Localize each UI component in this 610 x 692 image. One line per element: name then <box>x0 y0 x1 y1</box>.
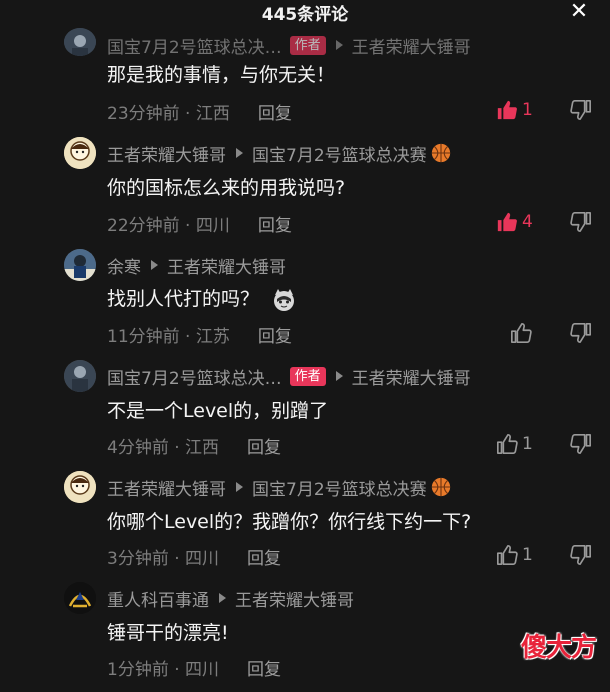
reply-button[interactable]: 回复 <box>258 322 292 347</box>
comment-time-location: 11分钟前 · 江苏 <box>107 327 230 347</box>
reply-to-username[interactable]: 国宝7月2号篮球总决赛 <box>252 141 427 166</box>
close-button[interactable]: ✕ <box>566 0 592 24</box>
comment-item: 重人科百事通 王者荣耀大锤哥 锤哥干的漂亮! 1分钟前 · 四川 回复 <box>0 582 610 692</box>
reply-button[interactable]: 回复 <box>258 211 292 236</box>
comment-meta: 11分钟前 · 江苏 回复 <box>107 322 292 347</box>
comment-text: 找别人代打的吗？ <box>107 284 297 313</box>
reply-button[interactable]: 回复 <box>258 99 292 124</box>
cat-emoji-icon <box>274 288 295 311</box>
comments-count-title: 445条评论 <box>261 4 349 25</box>
like-button[interactable]: 1 <box>496 430 546 458</box>
thumbs-down-icon <box>570 545 591 565</box>
username[interactable]: 王者荣耀大锤哥 <box>107 475 226 500</box>
comments-header: 445条评论 <box>0 0 610 25</box>
comment-text: 你的国标怎么来的用我说吗? <box>107 177 346 199</box>
comment-time-location: 4分钟前 · 江西 <box>107 438 220 458</box>
like-count: 1 <box>522 545 533 565</box>
like-count: 4 <box>522 212 533 232</box>
username[interactable]: 王者荣耀大锤哥 <box>107 141 226 166</box>
comment-meta: 3分钟前 · 四川 回复 <box>107 544 281 569</box>
like-count: 1 <box>522 100 533 120</box>
reply-arrow-icon <box>219 593 226 603</box>
reply-button[interactable]: 回复 <box>247 433 281 458</box>
comment-time-location: 1分钟前 · 四川 <box>107 660 220 680</box>
dislike-button[interactable] <box>566 208 596 236</box>
reply-arrow-icon <box>236 482 243 492</box>
watermark-logo: 傻大方 <box>520 633 597 663</box>
avatar[interactable] <box>64 137 96 169</box>
reply-to-username[interactable]: 王者荣耀大锤哥 <box>167 253 286 278</box>
comment-meta: 1分钟前 · 四川 回复 <box>107 655 281 680</box>
thumbs-down-icon <box>570 212 591 232</box>
username[interactable]: 重人科百事通 <box>107 586 209 611</box>
comment-item: 王者荣耀大锤哥 国宝7月2号篮球总决赛 你哪个Level的？我蹭你？你行线下约一… <box>0 471 610 581</box>
reply-arrow-icon <box>335 371 343 381</box>
thumbs-down-icon <box>570 323 591 343</box>
comment-header: 重人科百事通 王者荣耀大锤哥 <box>107 586 550 611</box>
author-badge: 作者 <box>289 35 326 55</box>
comment-time-location: 3分钟前 · 四川 <box>107 549 220 569</box>
comment-time-location: 23分钟前 · 江西 <box>107 104 230 124</box>
thumbs-down-icon <box>570 434 591 454</box>
comment-meta: 22分钟前 · 四川 回复 <box>107 211 292 236</box>
username[interactable]: 余寒 <box>107 253 141 278</box>
reply-arrow-icon <box>236 148 243 158</box>
avatar[interactable] <box>64 471 96 503</box>
like-button[interactable]: 1 <box>496 541 546 569</box>
comment-header: 王者荣耀大锤哥 国宝7月2号篮球总决赛 <box>107 141 550 166</box>
reply-to-username[interactable]: 王者荣耀大锤哥 <box>352 33 471 58</box>
dislike-button[interactable] <box>566 319 596 347</box>
comment-header: 王者荣耀大锤哥 国宝7月2号篮球总决赛 <box>107 475 550 500</box>
reply-button[interactable]: 回复 <box>247 544 281 569</box>
comment-text: 不是一个Level的，别蹭了 <box>107 400 329 422</box>
comment-meta: 4分钟前 · 江西 回复 <box>107 433 281 458</box>
thumbs-up-icon <box>497 545 518 565</box>
like-button[interactable]: 4 <box>496 208 546 236</box>
thumbs-up-icon <box>497 434 518 454</box>
comment-text: 你哪个Level的？我蹭你？你行线下约一下? <box>107 511 472 533</box>
comment-text: 那是我的事情，与你无关！ <box>107 64 336 86</box>
close-icon: ✕ <box>569 0 589 24</box>
like-count: 1 <box>522 434 533 454</box>
dislike-button[interactable] <box>566 430 596 458</box>
comment-meta: 23分钟前 · 江西 回复 <box>107 99 292 124</box>
reply-to-username[interactable]: 王者荣耀大锤哥 <box>235 586 354 611</box>
comment-time-location: 22分钟前 · 四川 <box>107 216 230 236</box>
basketball-icon <box>431 477 450 497</box>
comment-item: 国宝7月2号篮球总决… 作者 王者荣耀大锤哥 不是一个Level的，别蹭了 4分… <box>0 360 610 470</box>
like-button[interactable] <box>510 319 560 347</box>
avatar[interactable] <box>64 582 96 614</box>
username[interactable]: 国宝7月2号篮球总决… <box>107 364 282 389</box>
comment-item: 余寒 王者荣耀大锤哥 找别人代打的吗？ 11分钟前 · 江苏 回复 <box>0 249 610 359</box>
like-button[interactable]: 1 <box>496 96 546 124</box>
thumbs-up-icon <box>511 323 532 343</box>
dislike-button[interactable] <box>566 96 596 124</box>
dislike-button[interactable] <box>566 541 596 569</box>
comment-header: 余寒 王者荣耀大锤哥 <box>107 253 550 278</box>
username[interactable]: 国宝7月2号篮球总决… <box>107 33 282 58</box>
reply-button[interactable]: 回复 <box>247 655 281 680</box>
comment-header: 国宝7月2号篮球总决… 作者 王者荣耀大锤哥 <box>107 33 550 58</box>
reply-to-username[interactable]: 王者荣耀大锤哥 <box>352 364 471 389</box>
avatar[interactable] <box>64 249 96 281</box>
reply-arrow-icon <box>151 260 158 270</box>
reply-arrow-icon <box>335 40 343 50</box>
comment-item: 王者荣耀大锤哥 国宝7月2号篮球总决赛 你的国标怎么来的用我说吗? 22分钟前 … <box>0 137 610 247</box>
avatar[interactable] <box>64 360 96 392</box>
avatar[interactable] <box>64 28 96 56</box>
reply-to-username[interactable]: 国宝7月2号篮球总决赛 <box>252 475 427 500</box>
thumbs-up-icon <box>497 212 517 232</box>
comment-text-content: 找别人代打的吗？ <box>107 288 260 310</box>
comment-list: 国宝7月2号篮球总决… 作者 王者荣耀大锤哥 那是我的事情，与你无关！ 23分钟… <box>0 0 610 684</box>
author-badge: 作者 <box>289 366 326 386</box>
comment-header: 国宝7月2号篮球总决… 作者 王者荣耀大锤哥 <box>107 364 550 389</box>
thumbs-up-icon <box>497 100 517 120</box>
basketball-icon <box>431 143 450 163</box>
thumbs-down-icon <box>570 100 591 120</box>
comment-text: 锤哥干的漂亮! <box>107 622 229 644</box>
